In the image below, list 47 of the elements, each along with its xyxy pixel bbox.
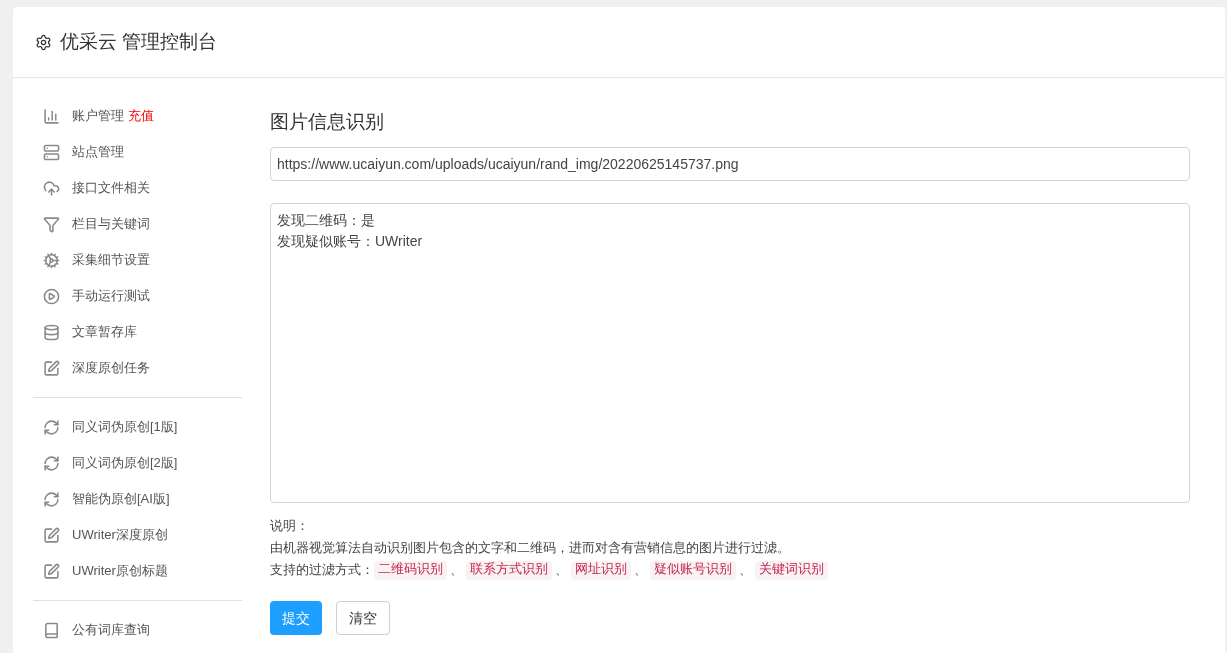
sidebar-item[interactable]: 账户管理 bbox=[33, 106, 124, 126]
sidebar-item[interactable]: UWriter原创标题 bbox=[33, 561, 168, 581]
cloud-upload-icon bbox=[43, 179, 60, 197]
sidebar-item[interactable]: 文章暂存库 bbox=[33, 322, 137, 342]
section-title: 图片信息识别 bbox=[270, 110, 385, 134]
refresh-icon bbox=[43, 454, 60, 472]
edit-icon bbox=[43, 562, 60, 580]
settings-icon bbox=[35, 33, 52, 51]
sidebar-item[interactable]: 同义词伪原创[2版] bbox=[33, 453, 178, 473]
sidebar-item[interactable]: 公有词库查询 bbox=[33, 620, 150, 640]
sidebar-item[interactable]: 同义词伪原创[1版] bbox=[33, 417, 178, 437]
book-icon bbox=[43, 621, 60, 639]
sidebar-item[interactable]: 接口文件相关 bbox=[33, 178, 150, 198]
url-field[interactable]: https://www.ucaiyun.com/uploads/ucaiyun/rand_img/20220625145737.png bbox=[270, 147, 1190, 181]
filter-tag: 联系方式识别 bbox=[466, 560, 552, 580]
filter-tag: 二维码识别 bbox=[374, 560, 447, 580]
play-icon bbox=[43, 287, 60, 305]
clear-button[interactable]: 清空 bbox=[336, 601, 390, 635]
sidebar-item[interactable]: UWriter深度原创 bbox=[33, 525, 168, 545]
separator-text: 、 bbox=[634, 561, 647, 579]
sidebar-item[interactable]: 栏目与关键词 bbox=[33, 214, 150, 234]
sidebar-item[interactable]: 站点管理 bbox=[33, 142, 124, 162]
page-title: 优采云 管理控制台 bbox=[60, 29, 218, 54]
edit-icon bbox=[43, 359, 60, 377]
server-icon bbox=[43, 143, 60, 161]
database-icon bbox=[43, 323, 60, 341]
refresh-icon bbox=[43, 490, 60, 508]
sidebar-item[interactable]: 深度原创任务 bbox=[33, 358, 150, 378]
separator-text: 、 bbox=[450, 561, 463, 579]
refresh-icon bbox=[43, 418, 60, 436]
filter-icon bbox=[43, 215, 60, 233]
filters-label: 支持的过滤方式： bbox=[270, 561, 374, 579]
sidebar-item[interactable]: 手动运行测试 bbox=[33, 286, 150, 306]
sidebar-item[interactable]: 智能伪原创[AI版] bbox=[33, 489, 170, 509]
bar-chart-icon bbox=[43, 107, 60, 125]
gears-icon bbox=[43, 251, 60, 269]
description-text: 由机器视觉算法自动识别图片包含的文字和二维码，进而对含有营销信息的图片进行过滤。 bbox=[270, 540, 790, 555]
filter-tag: 疑似账号识别 bbox=[650, 560, 736, 580]
recharge-link[interactable]: 充值 bbox=[128, 106, 154, 126]
note-label: 说明： bbox=[270, 518, 309, 533]
separator-text: 、 bbox=[555, 561, 568, 579]
filter-tag: 网址识别 bbox=[571, 560, 631, 580]
sidebar-item[interactable]: 采集细节设置 bbox=[33, 250, 150, 270]
result-field[interactable]: 发现二维码：是 发现疑似账号：UWriter bbox=[270, 203, 1190, 503]
filter-tag: 关键词识别 bbox=[755, 560, 828, 580]
edit-icon bbox=[43, 526, 60, 544]
separator-text: 、 bbox=[739, 561, 752, 579]
